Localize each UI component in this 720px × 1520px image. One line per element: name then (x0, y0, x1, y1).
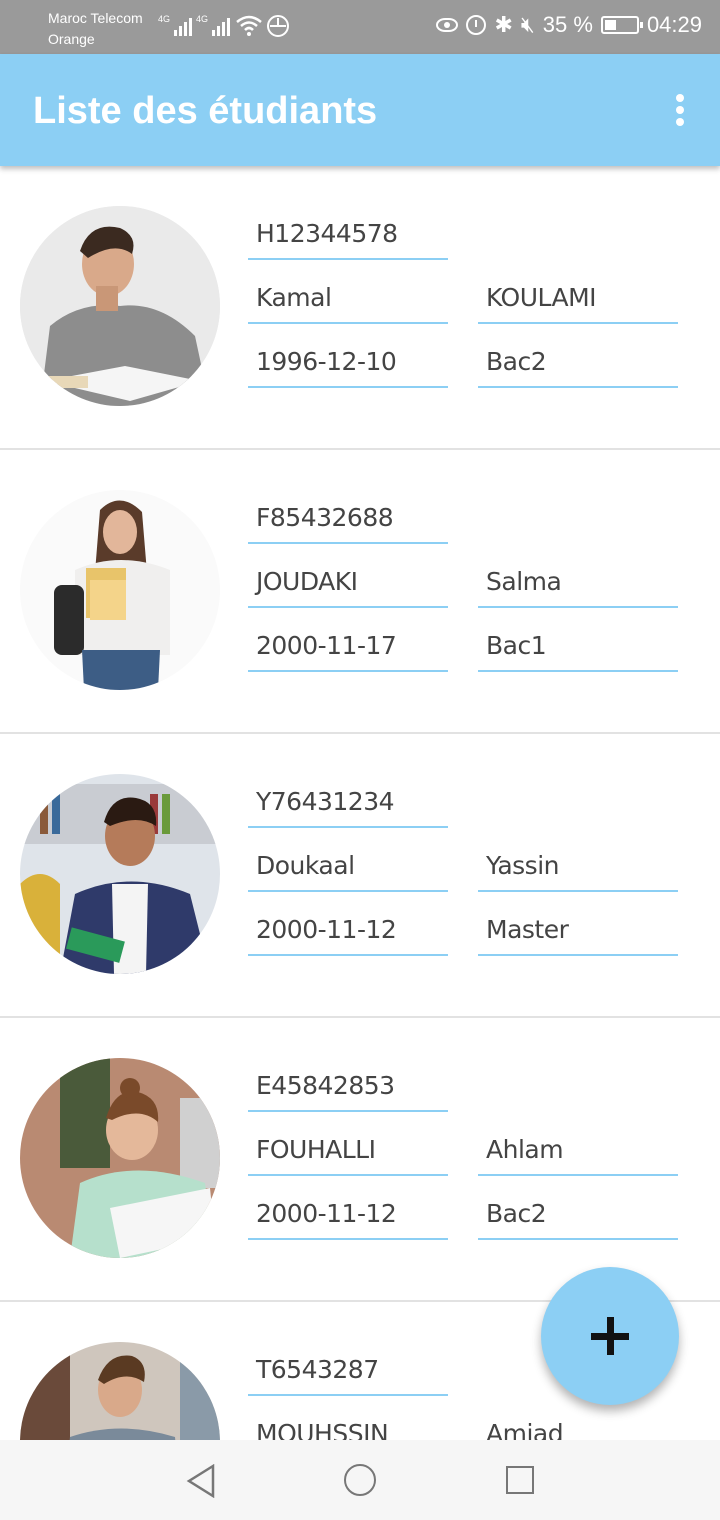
page-title: Liste des étudiants (33, 90, 378, 132)
alarm-icon (466, 15, 487, 35)
student-name-field[interactable]: Doukaal (248, 840, 448, 892)
student-date-field[interactable]: 2000-11-17 (248, 620, 448, 672)
student-avatar (20, 1058, 220, 1258)
student-card[interactable]: F85432688 JOUDAKI Salma 2000-11-17 Bac1 (0, 450, 720, 734)
carrier-info: Maroc Telecom Orange (48, 8, 143, 50)
home-icon[interactable] (344, 1464, 376, 1496)
recent-apps-icon[interactable] (506, 1466, 534, 1494)
eye-comfort-icon (436, 18, 459, 32)
status-icons: ✱ 🔇︎ 35 % 04:29 (436, 12, 702, 38)
student-level-field[interactable]: Bac1 (478, 620, 678, 672)
student-surname-field[interactable]: Amjad (478, 1408, 678, 1440)
student-id-field[interactable]: T6543287 (248, 1344, 448, 1396)
add-student-button[interactable] (541, 1267, 679, 1405)
wifi-icon (236, 14, 262, 42)
app-bar: Liste des étudiants (0, 54, 720, 166)
student-avatar (20, 206, 220, 406)
student-name-field[interactable]: JOUDAKI (248, 556, 448, 608)
student-list[interactable]: H12344578 Kamal KOULAMI 1996-12-10 Bac2 … (0, 166, 720, 1440)
student-date-field[interactable]: 2000-11-12 (248, 904, 448, 956)
student-card[interactable]: E45842853 FOUHALLI Ahlam 2000-11-12 Bac2 (0, 1018, 720, 1302)
student-date-field[interactable]: 1996-12-10 (248, 336, 448, 388)
student-id-field[interactable]: H12344578 (248, 208, 448, 260)
more-vert-icon[interactable] (676, 94, 684, 128)
student-date-field[interactable]: 2000-11-12 (248, 1188, 448, 1240)
signal-2-icon: 4G (196, 14, 231, 36)
student-id-field[interactable]: Y76431234 (248, 776, 448, 828)
student-avatar (20, 1342, 220, 1440)
student-surname-field[interactable]: Yassin (478, 840, 678, 892)
mute-icon: 🔇︎ (520, 12, 535, 37)
student-level-field[interactable]: Master (478, 904, 678, 956)
carrier-1: Maroc Telecom (48, 10, 143, 26)
battery-percent: 35 % (542, 12, 593, 37)
student-level-field[interactable]: Bac2 (478, 1188, 678, 1240)
student-name-field[interactable]: MOUHSSIN (248, 1408, 448, 1440)
student-name-field[interactable]: Kamal (248, 272, 448, 324)
system-nav-bar (0, 1440, 720, 1520)
bluetooth-icon: ✱ (494, 12, 513, 37)
student-surname-field[interactable]: Ahlam (478, 1124, 678, 1176)
student-name-field[interactable]: FOUHALLI (248, 1124, 448, 1176)
student-avatar (20, 490, 220, 690)
status-bar: Maroc Telecom Orange 4G 4G ✱ 🔇︎ 35 % 04:… (0, 0, 720, 54)
student-id-field[interactable]: F85432688 (248, 492, 448, 544)
student-card[interactable]: Y76431234 Doukaal Yassin 2000-11-12 Mast… (0, 734, 720, 1018)
clock: 04:29 (646, 12, 702, 37)
carrier-2: Orange (48, 31, 95, 47)
student-id-field[interactable]: E45842853 (248, 1060, 448, 1112)
back-icon[interactable] (186, 1463, 216, 1499)
battery-icon (600, 16, 643, 34)
student-surname-field[interactable]: KOULAMI (478, 272, 678, 324)
signal-1-icon: 4G (158, 14, 193, 36)
student-level-field[interactable]: Bac2 (478, 336, 678, 388)
notification-icon (266, 14, 290, 42)
student-card[interactable]: H12344578 Kamal KOULAMI 1996-12-10 Bac2 (0, 166, 720, 450)
student-surname-field[interactable]: Salma (478, 556, 678, 608)
student-avatar (20, 774, 220, 974)
